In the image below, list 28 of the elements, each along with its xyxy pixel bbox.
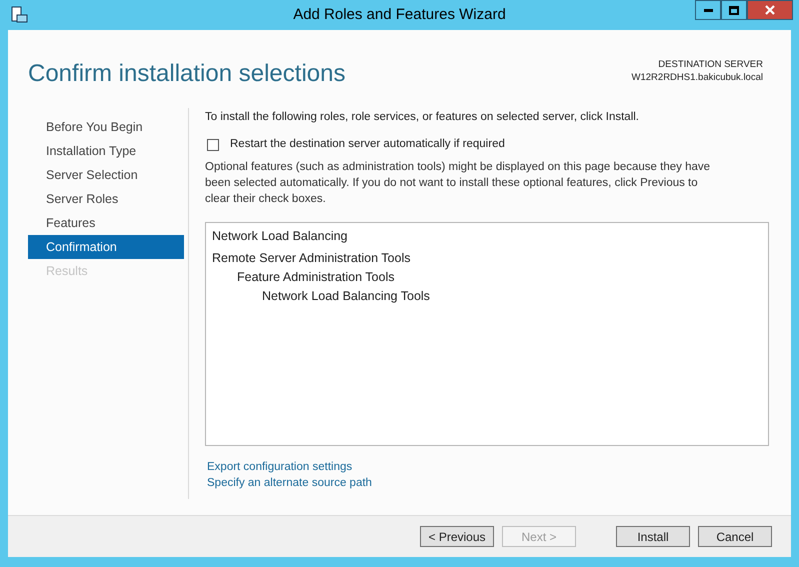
destination-label: DESTINATION SERVER (658, 58, 763, 71)
link[interactable]: Specify an alternate source path (207, 474, 372, 490)
destination-server: W12R2RDHS1.bakicubuk.local (632, 71, 763, 84)
sidebar-item[interactable]: Installation Type (28, 139, 184, 163)
selection-item: Remote Server Administration Tools (212, 250, 410, 266)
intro-text: To install the following roles, role services, or features on selected server, click Install. (205, 110, 640, 125)
wizard-button[interactable]: Install (616, 526, 690, 547)
selection-item: Network Load Balancing Tools (262, 288, 430, 305)
checkbox-label: Restart the destination server automatically if required (230, 137, 505, 152)
app-icon (10, 6, 28, 24)
sidebar-item[interactable]: Features (28, 211, 184, 235)
sidebar-item[interactable]: Confirmation (28, 235, 184, 259)
close-button[interactable] (747, 0, 793, 20)
selection-item: Network Load Balancing (212, 228, 348, 245)
link[interactable]: Export configuration settings (207, 458, 352, 474)
window-title: Add Roles and Features Wizard (293, 4, 506, 25)
minimize-button[interactable] (695, 0, 721, 20)
sidebar-item[interactable]: Server Selection (28, 163, 184, 187)
wizard-button[interactable]: Cancel (698, 526, 772, 547)
note-text: Optional features (such as administration tools) might be displayed on this page because they have been selected automatically. If you do not want to install these optional features, click Previous to clear their check boxes. (205, 160, 712, 206)
selection-item: Feature Administration Tools (237, 268, 394, 286)
sidebar-item[interactable]: Server Roles (28, 187, 184, 211)
page-title: Confirm installation selections (28, 59, 346, 89)
checkbox[interactable] (207, 138, 219, 151)
close-icon (765, 5, 775, 15)
maximize-button[interactable] (721, 0, 747, 20)
sidebar-item[interactable]: Before You Begin (28, 115, 184, 139)
wizard-button[interactable]: < Previous (420, 526, 494, 547)
